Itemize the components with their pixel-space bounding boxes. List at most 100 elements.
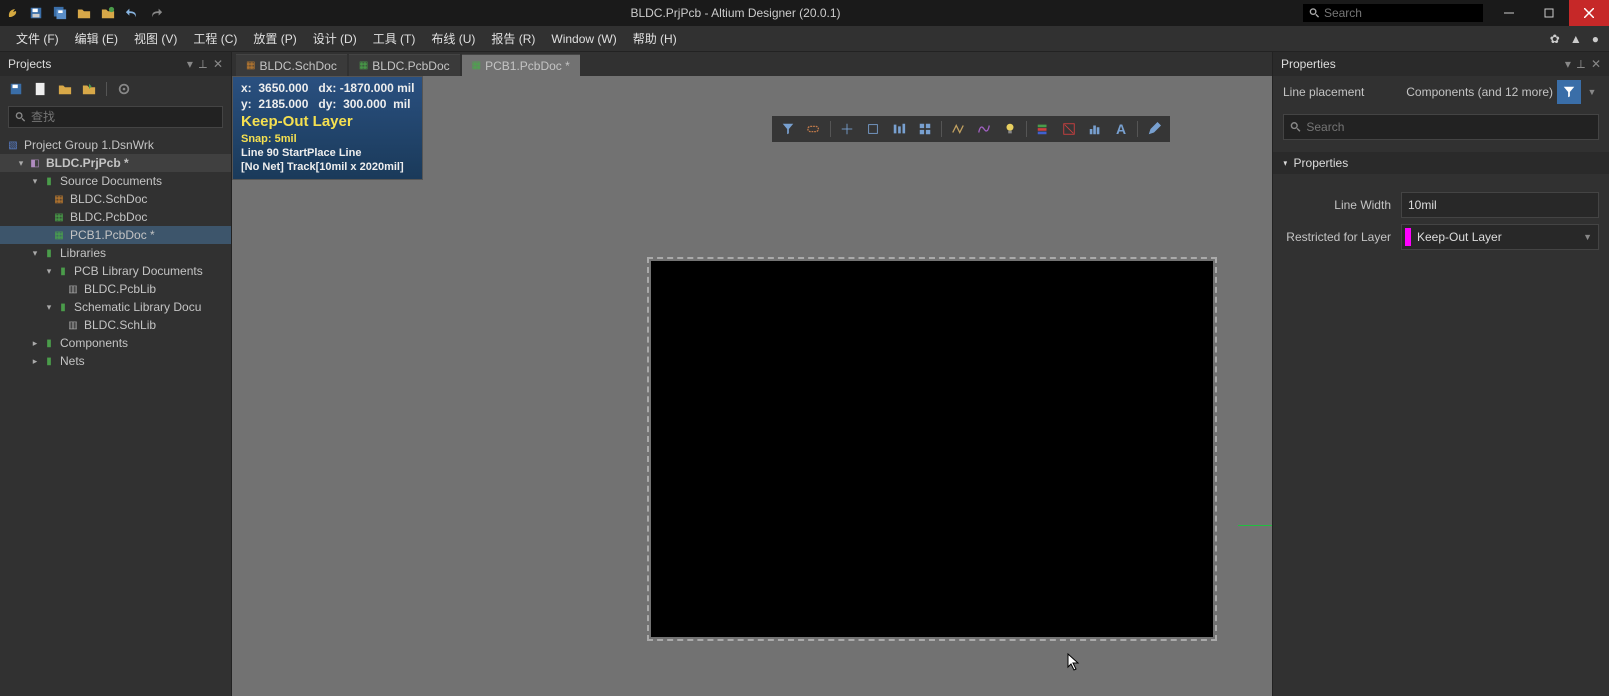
properties-section-header[interactable]: Properties (1273, 152, 1609, 174)
new-sheet-icon[interactable] (34, 82, 48, 96)
filter-button[interactable] (1557, 80, 1581, 104)
tab[interactable]: ▦ BLDC.PcbDoc (349, 54, 460, 76)
tree-workgroup[interactable]: ▧ Project Group 1.DsnWrk (0, 136, 231, 154)
app-icon (2, 2, 24, 24)
close-button[interactable] (1569, 0, 1609, 26)
mouse-cursor-icon (1067, 653, 1081, 671)
pcb-board-view[interactable] (651, 261, 1213, 637)
notifications-icon[interactable]: ▲ (1570, 32, 1582, 46)
menu-place[interactable]: 放置 (P) (245, 26, 304, 51)
line-width-label: Line Width (1283, 198, 1401, 212)
violation-icon[interactable] (1057, 118, 1081, 140)
restricted-layer-select[interactable]: Keep-Out Layer ▼ (1401, 224, 1599, 250)
expand-icon[interactable]: ▾ (30, 176, 40, 187)
tab-active[interactable]: ▦ PCB1.PcbDoc * (462, 54, 580, 76)
properties-search[interactable] (1283, 114, 1599, 140)
line-width-input[interactable] (1401, 192, 1599, 218)
user-icon[interactable]: ● (1592, 32, 1599, 46)
tree-doc-active[interactable]: ▦ PCB1.PcbDoc * (0, 226, 231, 244)
minimize-button[interactable] (1489, 0, 1529, 26)
menu-file[interactable]: 文件 (F) (8, 26, 67, 51)
open-folder-icon[interactable] (58, 82, 72, 96)
schlib-icon: ▥ (66, 318, 80, 332)
layer-stack-icon[interactable] (1031, 118, 1055, 140)
route-icon[interactable] (946, 118, 970, 140)
save-icon[interactable] (24, 1, 48, 25)
move-icon[interactable] (835, 118, 859, 140)
save-all-icon[interactable] (48, 1, 72, 25)
text-icon[interactable]: A (1109, 118, 1133, 140)
tree-project[interactable]: ▾ ◧ BLDC.PrjPcb * (0, 154, 231, 172)
tree-doc[interactable]: ▦ BLDC.PcbDoc (0, 208, 231, 226)
menu-tools[interactable]: 工具 (T) (365, 26, 424, 51)
tree-lib[interactable]: ▥ BLDC.SchLib (0, 316, 231, 334)
undo-icon[interactable] (120, 1, 144, 25)
restricted-layer-label: Restricted for Layer (1283, 230, 1401, 244)
filter-dropdown-icon[interactable]: ▼ (1585, 87, 1599, 97)
lasso-icon[interactable] (802, 118, 826, 140)
menu-project[interactable]: 工程 (C) (185, 26, 245, 51)
pencil-icon[interactable] (1142, 118, 1166, 140)
menu-window[interactable]: Window (W) (543, 28, 624, 50)
dropdown-caret-icon: ▼ (1583, 232, 1592, 242)
menu-design[interactable]: 设计 (D) (305, 26, 365, 51)
panel-pin-icon[interactable]: ⟂ (1577, 57, 1585, 72)
folder-icon: ▮ (42, 336, 56, 350)
title-bar: BLDC.PrjPcb - Altium Designer (20.0.1) (0, 0, 1609, 26)
project-options-icon[interactable] (117, 82, 131, 96)
projects-search-input[interactable] (31, 110, 216, 124)
tree-libraries[interactable]: ▾ ▮ Libraries (0, 244, 231, 262)
panel-close-icon[interactable]: ✕ (213, 57, 223, 71)
expand-icon[interactable]: ▾ (16, 158, 26, 169)
global-search-input[interactable] (1324, 6, 1477, 20)
histogram-icon[interactable] (1083, 118, 1107, 140)
menu-route[interactable]: 布线 (U) (423, 26, 483, 51)
panel-close-icon[interactable]: ✕ (1591, 57, 1601, 71)
tree-pcblib-docs[interactable]: ▾ ▮ PCB Library Documents (0, 262, 231, 280)
expand-icon[interactable]: ▾ (44, 266, 54, 277)
global-search[interactable] (1303, 4, 1483, 22)
tree-source-docs[interactable]: ▾ ▮ Source Documents (0, 172, 231, 190)
tree-lib[interactable]: ▥ BLDC.PcbLib (0, 280, 231, 298)
properties-search-input[interactable] (1306, 120, 1592, 134)
align-icon[interactable] (887, 118, 911, 140)
panel-dropdown-icon[interactable]: ▾ (1565, 57, 1571, 71)
expand-icon[interactable]: ▾ (44, 302, 54, 313)
projects-search[interactable] (8, 106, 223, 128)
expand-icon[interactable]: ▸ (30, 338, 40, 349)
grid-icon[interactable] (913, 118, 937, 140)
pcbdoc-icon: ▦ (52, 210, 66, 224)
open-icon[interactable] (72, 1, 96, 25)
redo-icon[interactable] (144, 1, 168, 25)
tab[interactable]: ▦ BLDC.SchDoc (236, 54, 347, 76)
measure-icon[interactable] (972, 118, 996, 140)
folder-icon: ▮ (42, 246, 56, 260)
idea-icon[interactable] (998, 118, 1022, 140)
tree-schlib-docs[interactable]: ▾ ▮ Schematic Library Docu (0, 298, 231, 316)
filter-icon[interactable] (776, 118, 800, 140)
pcb-canvas[interactable]: x: 3650.000 dx: -1870.000 mil y: 2185.00… (232, 76, 1272, 696)
menu-reports[interactable]: 报告 (R) (483, 26, 543, 51)
rect-select-icon[interactable] (861, 118, 885, 140)
panel-pin-icon[interactable]: ⟂ (199, 57, 207, 72)
maximize-button[interactable] (1529, 0, 1569, 26)
expand-icon[interactable]: ▸ (30, 356, 40, 367)
project-icon: ◧ (28, 156, 42, 170)
new-doc-icon[interactable] (8, 82, 24, 96)
pcblib-icon: ▥ (66, 282, 80, 296)
panel-dropdown-icon[interactable]: ▾ (187, 57, 193, 71)
open-project-icon[interactable] (96, 1, 120, 25)
tree-nets[interactable]: ▸ ▮ Nets (0, 352, 231, 370)
editor-area: ▦ BLDC.SchDoc ▦ BLDC.PcbDoc ▦ PCB1.PcbDo… (232, 52, 1272, 696)
menu-view[interactable]: 视图 (V) (126, 26, 185, 51)
tree-doc[interactable]: ▦ BLDC.SchDoc (0, 190, 231, 208)
settings-icon[interactable]: ✿ (1550, 32, 1560, 46)
compile-icon[interactable] (82, 82, 96, 96)
menu-help[interactable]: 帮助 (H) (625, 26, 685, 51)
menu-edit[interactable]: 编辑 (E) (67, 26, 126, 51)
projects-panel: Projects ▾ ⟂ ✕ ▧ Project Group 1.DsnWrk … (0, 52, 232, 696)
expand-icon[interactable]: ▾ (30, 248, 40, 259)
tree-components[interactable]: ▸ ▮ Components (0, 334, 231, 352)
selection-toolbar: A (772, 116, 1170, 142)
document-tabs: ▦ BLDC.SchDoc ▦ BLDC.PcbDoc ▦ PCB1.PcbDo… (232, 52, 1272, 76)
